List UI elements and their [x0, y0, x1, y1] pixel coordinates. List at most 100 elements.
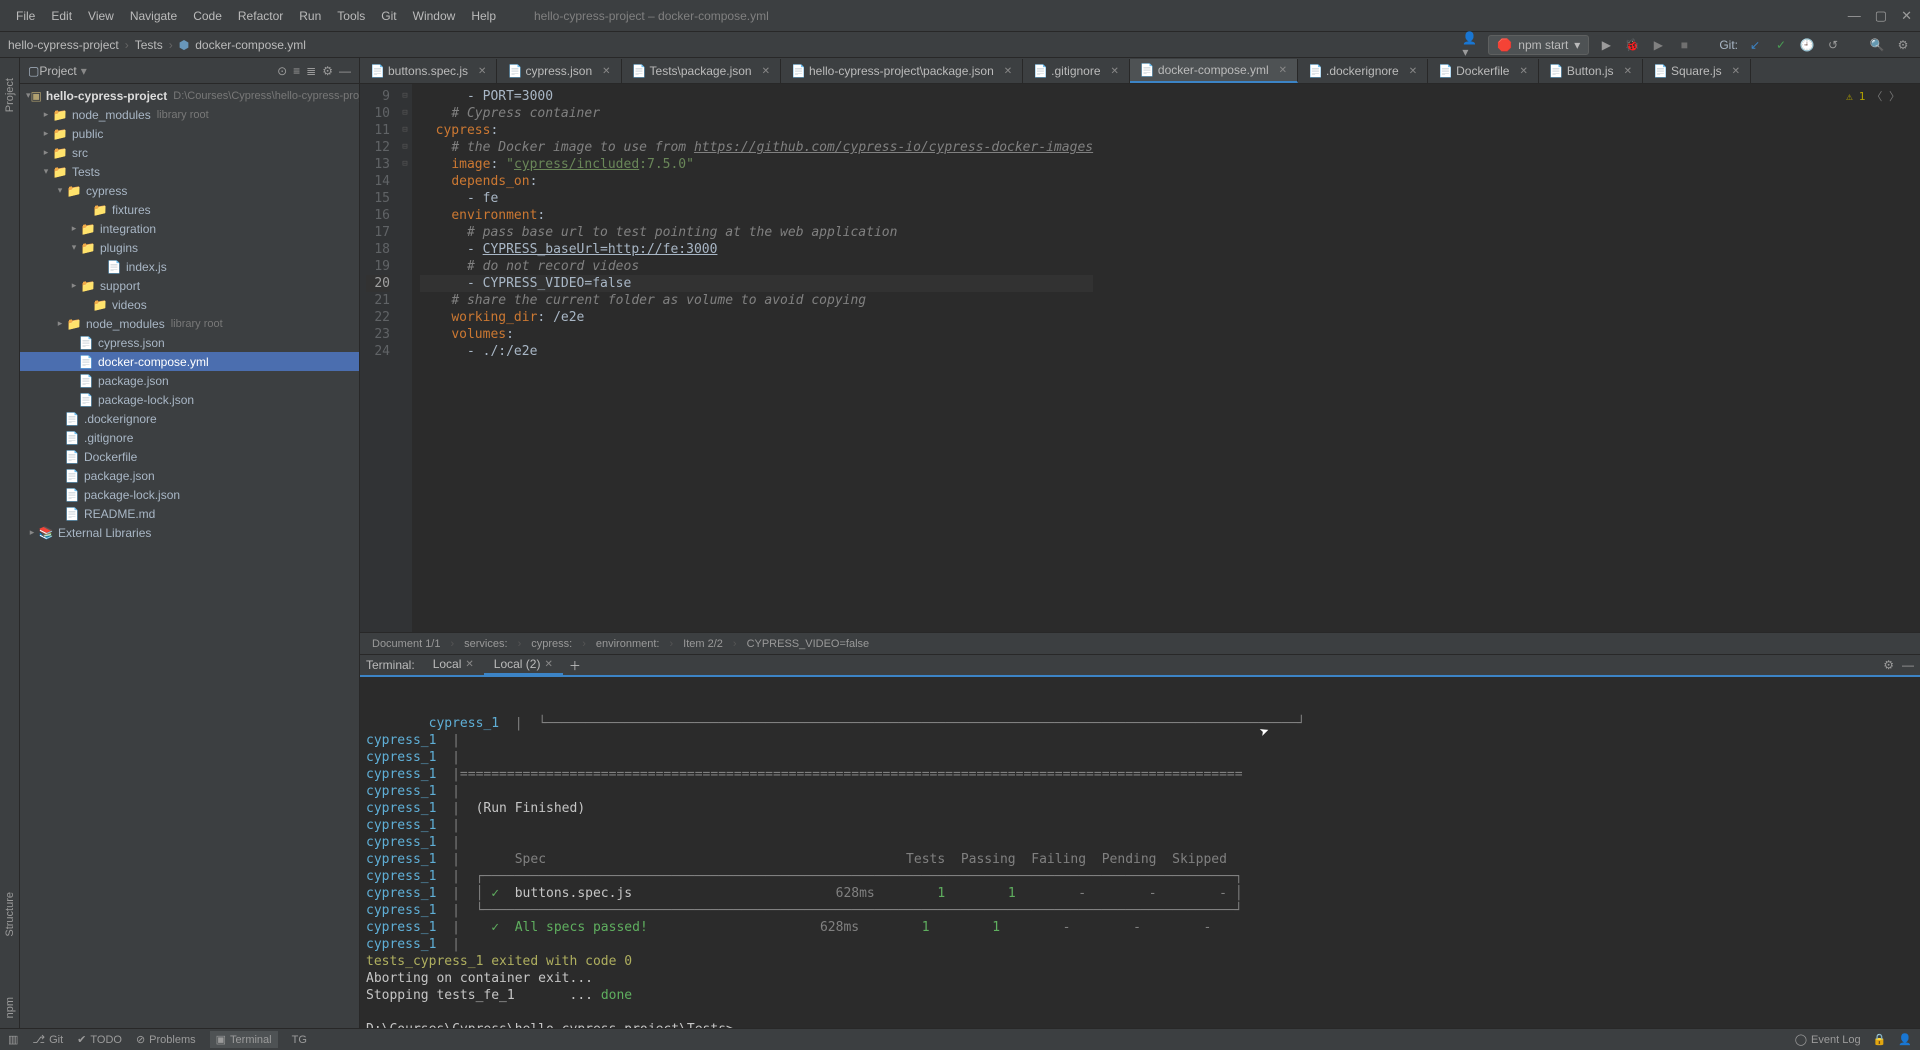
tree-cypress-json[interactable]: 📄cypress.json: [20, 333, 359, 352]
menu-edit[interactable]: Edit: [43, 5, 80, 27]
tree-support[interactable]: ▸📁support: [20, 276, 359, 295]
editor-tab[interactable]: 📄Button.js✕: [1539, 59, 1643, 83]
tool-window-toggle-icon[interactable]: ▥: [8, 1033, 18, 1046]
problems-tool-button[interactable]: ⊘ Problems: [136, 1033, 196, 1046]
select-opened-file-icon[interactable]: ⊙: [277, 64, 287, 78]
editor-tab[interactable]: 📄.dockerignore✕: [1298, 59, 1428, 83]
editor-tab[interactable]: 📄buttons.spec.js✕: [360, 59, 497, 83]
settings-icon[interactable]: ⚙: [322, 64, 333, 78]
terminal-output[interactable]: ➤ cypress_1 | └─────────────────────────…: [360, 677, 1920, 1028]
git-tool-button[interactable]: ⎇ Git: [32, 1033, 63, 1046]
search-icon[interactable]: 🔍: [1868, 36, 1886, 54]
debug-icon[interactable]: 🐞: [1623, 36, 1641, 54]
tree-project-root[interactable]: ▾▣hello-cypress-projectD:\Courses\Cypres…: [20, 86, 359, 105]
structure-tool-button[interactable]: Structure: [4, 892, 16, 937]
editor-breadcrumb-item[interactable]: environment:: [596, 638, 660, 650]
close-tab-icon[interactable]: ✕: [1409, 66, 1417, 77]
close-tab-icon[interactable]: ✕: [1004, 66, 1012, 77]
user-icon[interactable]: 👤▾: [1462, 36, 1480, 54]
menu-code[interactable]: Code: [185, 5, 230, 27]
fold-column[interactable]: ⊟ ⊟ ⊟ ⊟ ⊟: [398, 84, 412, 632]
menu-window[interactable]: Window: [405, 5, 464, 27]
run-config-select[interactable]: 🛑 npm start▾: [1488, 35, 1589, 55]
menu-file[interactable]: File: [8, 5, 43, 27]
tree-public[interactable]: ▸📁public: [20, 124, 359, 143]
tree-fixtures[interactable]: 📁fixtures: [20, 200, 359, 219]
tree-tests-package-json[interactable]: 📄package.json: [20, 371, 359, 390]
editor-tab[interactable]: 📄cypress.json✕: [497, 59, 621, 83]
minimize-icon[interactable]: —: [1848, 8, 1861, 24]
menu-run[interactable]: Run: [291, 5, 329, 27]
tree-dockerignore[interactable]: 📄.dockerignore: [20, 409, 359, 428]
breadcrumb-item[interactable]: Tests: [135, 38, 163, 52]
tree-node-modules-tests[interactable]: ▸📁node_moduleslibrary root: [20, 314, 359, 333]
terminal-tab-local-2[interactable]: Local (2)✕: [484, 655, 563, 675]
npm-tool-button[interactable]: npm: [4, 997, 16, 1018]
collapse-all-icon[interactable]: ≣: [306, 64, 316, 78]
ide-settings-icon[interactable]: ⚙: [1894, 36, 1912, 54]
close-tab-icon[interactable]: ✕: [1519, 66, 1527, 77]
editor-tab[interactable]: 📄Dockerfile✕: [1428, 59, 1539, 83]
menu-git[interactable]: Git: [373, 5, 404, 27]
run-icon[interactable]: ▶: [1597, 36, 1615, 54]
tree-videos[interactable]: 📁videos: [20, 295, 359, 314]
close-tab-icon[interactable]: ✕: [602, 66, 610, 77]
tree-docker-compose[interactable]: 📄docker-compose.yml: [20, 352, 359, 371]
terminal-settings-icon[interactable]: ⚙: [1883, 658, 1894, 672]
tree-cypress[interactable]: ▾📁cypress: [20, 181, 359, 200]
close-window-icon[interactable]: ✕: [1901, 8, 1912, 24]
menu-navigate[interactable]: Navigate: [122, 5, 185, 27]
lock-icon[interactable]: 🔒: [1873, 1033, 1887, 1046]
editor-breadcrumb-item[interactable]: CYPRESS_VIDEO=false: [747, 638, 870, 650]
close-tab-icon[interactable]: ✕: [478, 66, 486, 77]
editor-tab[interactable]: 📄docker-compose.yml✕: [1130, 59, 1298, 83]
tree-tests-package-lock[interactable]: 📄package-lock.json: [20, 390, 359, 409]
expand-all-icon[interactable]: ≡: [293, 64, 300, 78]
editor-tab[interactable]: 📄hello-cypress-project\package.json✕: [781, 59, 1023, 83]
editor-tab[interactable]: 📄Square.js✕: [1643, 59, 1751, 83]
event-log-button[interactable]: ◯ Event Log: [1795, 1033, 1861, 1046]
tree-tests[interactable]: ▾📁Tests: [20, 162, 359, 181]
tree-package-json[interactable]: 📄package.json: [20, 466, 359, 485]
project-tree[interactable]: ▾▣hello-cypress-projectD:\Courses\Cypres…: [20, 84, 359, 1028]
project-tool-button[interactable]: Project: [4, 78, 16, 112]
close-tab-icon[interactable]: ✕: [1279, 65, 1287, 76]
git-commit-icon[interactable]: ✓: [1772, 36, 1790, 54]
menu-help[interactable]: Help: [463, 5, 504, 27]
maximize-icon[interactable]: ▢: [1875, 8, 1887, 24]
menu-tools[interactable]: Tools: [329, 5, 373, 27]
terminal-tool-button[interactable]: ▣ Terminal: [210, 1031, 278, 1048]
editor-breadcrumb-item[interactable]: cypress:: [531, 638, 572, 650]
breadcrumb-item[interactable]: hello-cypress-project: [8, 38, 119, 52]
todo-tool-button[interactable]: ✔ TODO: [77, 1033, 122, 1046]
close-tab-icon[interactable]: ✕: [1111, 66, 1119, 77]
editor-breadcrumb-item[interactable]: Document 1/1: [372, 638, 440, 650]
tree-package-lock[interactable]: 📄package-lock.json: [20, 485, 359, 504]
editor-tab[interactable]: 📄.gitignore✕: [1023, 59, 1130, 83]
new-terminal-button[interactable]: ＋: [569, 657, 581, 674]
menu-view[interactable]: View: [80, 5, 122, 27]
close-tab-icon[interactable]: ✕: [1624, 66, 1632, 77]
close-tab-icon[interactable]: ✕: [762, 66, 770, 77]
git-revert-icon[interactable]: ↺: [1824, 36, 1842, 54]
git-history-icon[interactable]: 🕘: [1798, 36, 1816, 54]
tree-index-js[interactable]: 📄index.js: [20, 257, 359, 276]
close-tab-icon[interactable]: ✕: [1732, 66, 1740, 77]
code-editor[interactable]: ⚠1〈 〉 910▶1112131415161718192021222324 ⊟…: [360, 84, 1920, 632]
tree-gitignore[interactable]: 📄.gitignore: [20, 428, 359, 447]
tree-src[interactable]: ▸📁src: [20, 143, 359, 162]
inspections-widget[interactable]: ⚠1〈 〉: [1846, 88, 1900, 104]
tg-tool-button[interactable]: TG: [292, 1034, 307, 1046]
breadcrumb-item[interactable]: docker-compose.yml: [195, 38, 306, 52]
git-update-icon[interactable]: ↙: [1746, 36, 1764, 54]
inspection-profile-icon[interactable]: 👤: [1898, 1033, 1912, 1046]
terminal-tab-local[interactable]: Local✕: [423, 655, 484, 675]
code-content[interactable]: - PORT=3000 # Cypress container cypress:…: [412, 84, 1101, 632]
editor-breadcrumb-item[interactable]: services:: [464, 638, 507, 650]
tree-node-modules[interactable]: ▸📁node_moduleslibrary root: [20, 105, 359, 124]
editor-breadcrumb-item[interactable]: Item 2/2: [683, 638, 723, 650]
tree-external-libraries[interactable]: ▸📚External Libraries: [20, 523, 359, 542]
editor-tab[interactable]: 📄Tests\package.json✕: [622, 59, 781, 83]
menu-refactor[interactable]: Refactor: [230, 5, 291, 27]
run-coverage-icon[interactable]: ▶: [1649, 36, 1667, 54]
